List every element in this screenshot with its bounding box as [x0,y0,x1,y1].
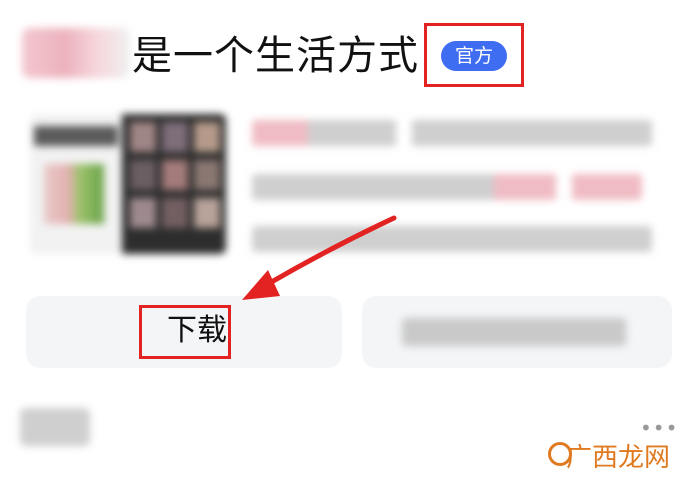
thumbnail-tile [194,160,220,190]
app-card: 是一个生活方式 官方 下载 ••• 广西龙网 [0,0,700,484]
thumbnail-tile [162,122,188,152]
thumbnail-picture [44,164,104,224]
blurred-thumbnail[interactable] [30,114,226,254]
blurred-description-line [252,174,642,200]
secondary-button[interactable] [362,296,672,368]
thumbnail-tile [194,198,220,228]
thumbnail-tile [194,122,220,152]
thumbnail-tile [162,160,188,190]
watermark-text: 广西龙网 [566,443,671,473]
thumbnail-right-panel [122,114,226,254]
official-highlight-box [424,23,524,87]
thumbnail-tile [162,198,188,228]
blurred-description-line [252,120,652,146]
thumbnail-left-panel [30,114,122,254]
app-title[interactable]: 是一个生活方式 [132,26,419,86]
blurred-secondary-label [402,318,626,346]
thumbnail-tile [130,160,156,190]
blurred-footer-text [20,408,90,446]
blurred-app-icon [22,28,130,78]
thumbnail-tile [130,122,156,152]
blurred-description-line [252,226,652,252]
thumbnail-bar [34,126,118,146]
thumbnail-tile [130,198,156,228]
download-highlight-box [139,305,231,359]
